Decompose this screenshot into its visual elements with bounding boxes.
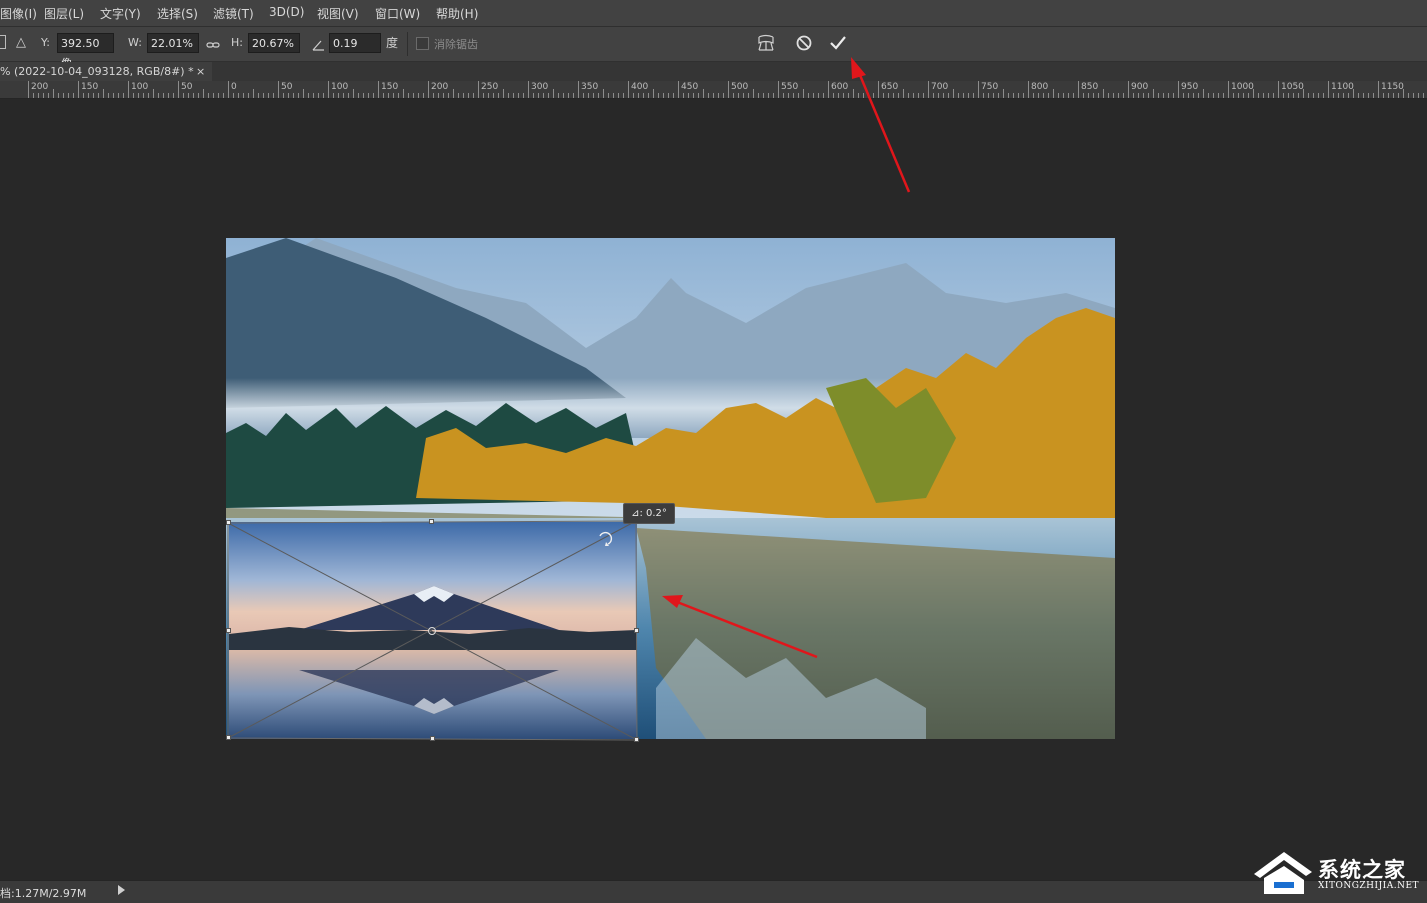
document-size: 档:1.27M/2.97M [0, 887, 87, 900]
status-menu-arrow-icon[interactable] [118, 885, 125, 895]
watermark: 系统之家 XITONGZHIJIA.NET [1250, 848, 1427, 900]
watermark-title: 系统之家 [1318, 858, 1406, 882]
annotation-arrow-image [671, 598, 818, 659]
watermark-subtitle: XITONGZHIJIA.NET [1318, 881, 1420, 891]
annotation-arrows [662, 57, 911, 659]
annotation-arrow-commit [855, 67, 911, 193]
status-bar: 档:1.27M/2.97M [0, 880, 1427, 903]
house-logo-icon [1254, 852, 1312, 894]
